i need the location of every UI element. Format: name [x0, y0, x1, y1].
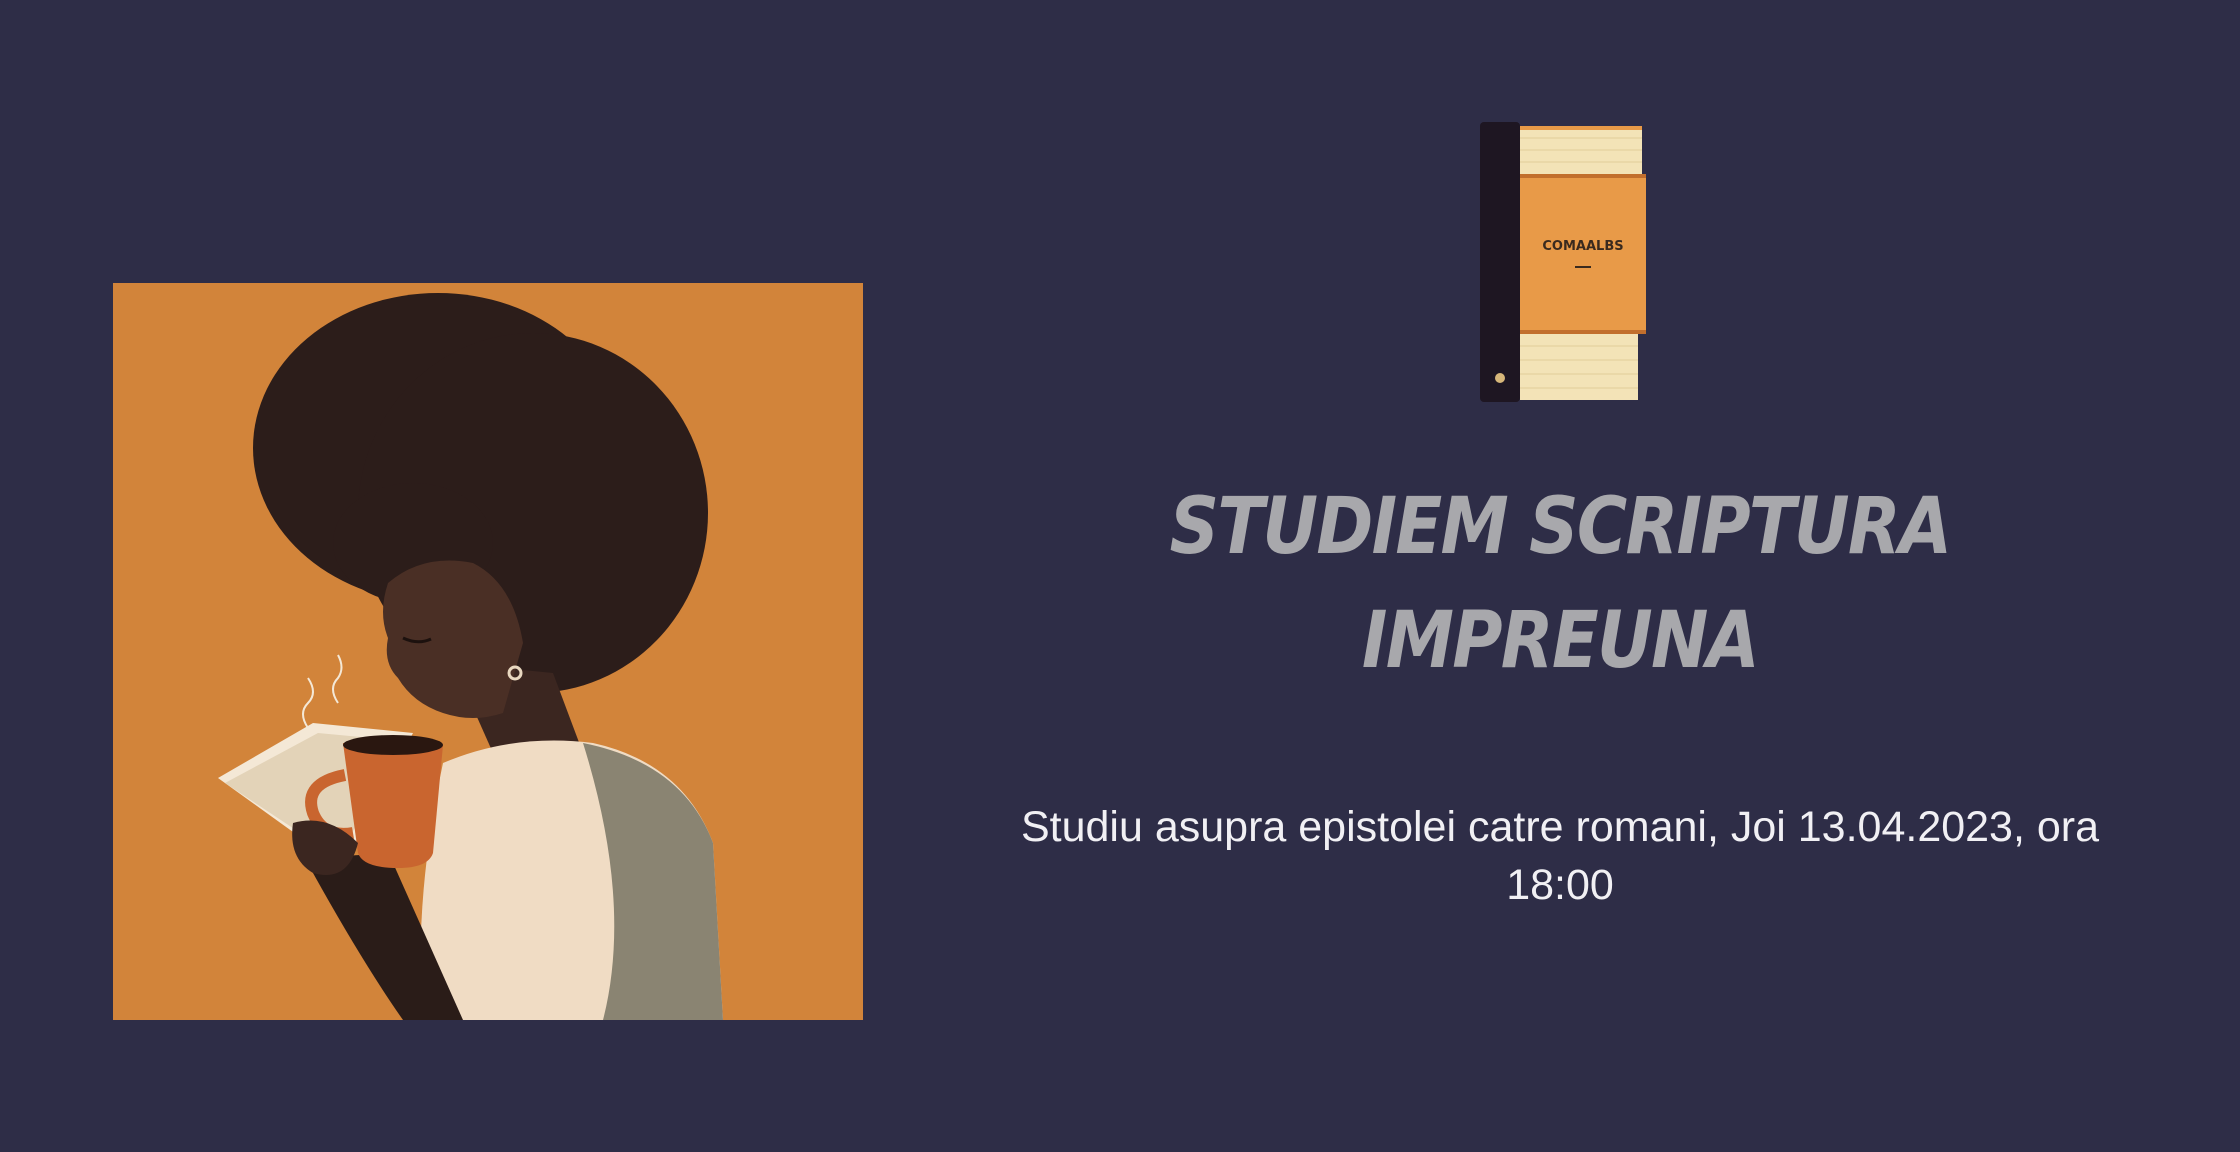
title-line-1: STUDIEM SCRIPTURA: [1169, 482, 1952, 572]
svg-text:COMAALBS: COMAALBS: [1542, 239, 1623, 254]
event-title: STUDIEM SCRIPTURA IMPREUNA: [1155, 470, 1965, 698]
coffee-mug-shape: [343, 743, 443, 868]
title-line-2: IMPREUNA: [1361, 596, 1760, 686]
reading-woman-illustration: [113, 283, 863, 1020]
book-icon: COMAALBS: [1478, 120, 1653, 405]
event-details: Studiu asupra epistolei catre romani, Jo…: [1020, 803, 2100, 909]
